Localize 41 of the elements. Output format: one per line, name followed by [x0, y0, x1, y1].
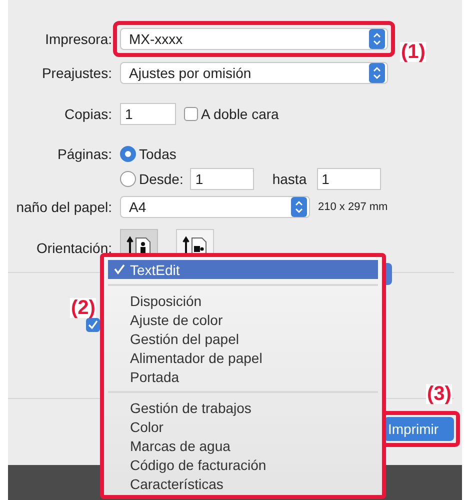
radio-label: Todas — [139, 146, 176, 162]
radio-button[interactable] — [120, 171, 136, 187]
field-label: Preajustes: — [42, 64, 112, 83]
menu-item[interactable]: Gestión del papel — [108, 329, 378, 348]
paper-size-select[interactable]: A4 — [120, 196, 310, 218]
radio-button[interactable] — [120, 146, 136, 162]
checkmark-icon — [88, 320, 98, 330]
from-page-field[interactable]: 1 — [190, 168, 254, 190]
printer-select[interactable]: MX-xxxx — [120, 28, 388, 50]
callout-label: (1) — [400, 42, 426, 62]
field-label: Copias: — [64, 105, 112, 124]
field-label: naño del papel: — [16, 198, 112, 217]
menu-item[interactable]: Gestión de trabajos — [108, 398, 378, 417]
checkbox[interactable] — [86, 318, 100, 332]
menu-item[interactable]: TextEdit — [108, 260, 378, 279]
radio-label: Desde: — [139, 171, 184, 187]
menu-item[interactable]: Características — [108, 474, 378, 493]
checkbox-label: A doble cara — [201, 106, 279, 122]
menu-item[interactable]: Alimentador de papel — [108, 348, 378, 367]
menu-item[interactable]: Disposición — [108, 291, 378, 310]
presets-select[interactable]: Ajustes por omisión — [120, 62, 388, 84]
checkbox[interactable] — [184, 107, 198, 121]
menu-item[interactable]: Portada — [108, 367, 378, 386]
print-button[interactable]: Imprimir — [384, 417, 454, 441]
checkmark-icon — [114, 264, 125, 275]
callout-label: (2) — [70, 298, 96, 318]
stepper-icon — [369, 63, 385, 83]
menu-item[interactable]: Ajuste de color — [108, 310, 378, 329]
field-label: Impresora: — [45, 30, 112, 49]
field-label: Orientación: — [36, 239, 112, 258]
field-label: Páginas: — [58, 145, 112, 164]
menu-item[interactable]: Código de facturación — [108, 455, 378, 474]
copies-field[interactable]: 1 — [120, 103, 176, 125]
to-page-field[interactable]: 1 — [316, 168, 381, 190]
field-label: hasta — [272, 171, 307, 187]
stepper-icon — [291, 197, 307, 217]
stepper-icon — [369, 29, 385, 49]
menu-item[interactable]: Marcas de agua — [108, 436, 378, 455]
menu-item[interactable]: Color — [108, 417, 378, 436]
paper-dimensions: 210 x 297 mm — [318, 201, 388, 213]
callout-label: (3) — [426, 384, 452, 404]
